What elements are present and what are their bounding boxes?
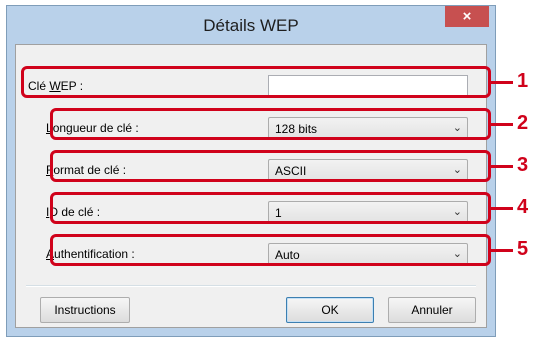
callout-line-2: [491, 123, 513, 126]
callout-line-5: [491, 249, 513, 252]
callout-number-2: 2: [517, 112, 529, 134]
callout-number-1: 1: [517, 70, 529, 92]
callout-number-5: 5: [517, 238, 529, 260]
callout-number-4: 4: [517, 196, 529, 218]
callout-line-1: [491, 81, 513, 84]
callout-line-4: [491, 207, 513, 210]
title-bar: Détails WEP ×: [7, 6, 495, 44]
callout-line-3: [491, 165, 513, 168]
callout-number-3: 3: [517, 154, 529, 176]
callout-box-4: [50, 192, 491, 224]
callout-box-2: [50, 108, 491, 140]
ok-button[interactable]: OK: [286, 297, 374, 323]
instructions-button[interactable]: Instructions: [40, 297, 130, 323]
separator: [26, 285, 476, 287]
close-icon: ×: [462, 8, 472, 25]
callout-box-5: [50, 234, 491, 266]
callout-box-3: [50, 150, 491, 182]
callout-box-1: [21, 66, 491, 98]
dialog-title: Détails WEP: [203, 16, 299, 35]
cancel-button[interactable]: Annuler: [388, 297, 476, 323]
close-button[interactable]: ×: [445, 6, 489, 27]
